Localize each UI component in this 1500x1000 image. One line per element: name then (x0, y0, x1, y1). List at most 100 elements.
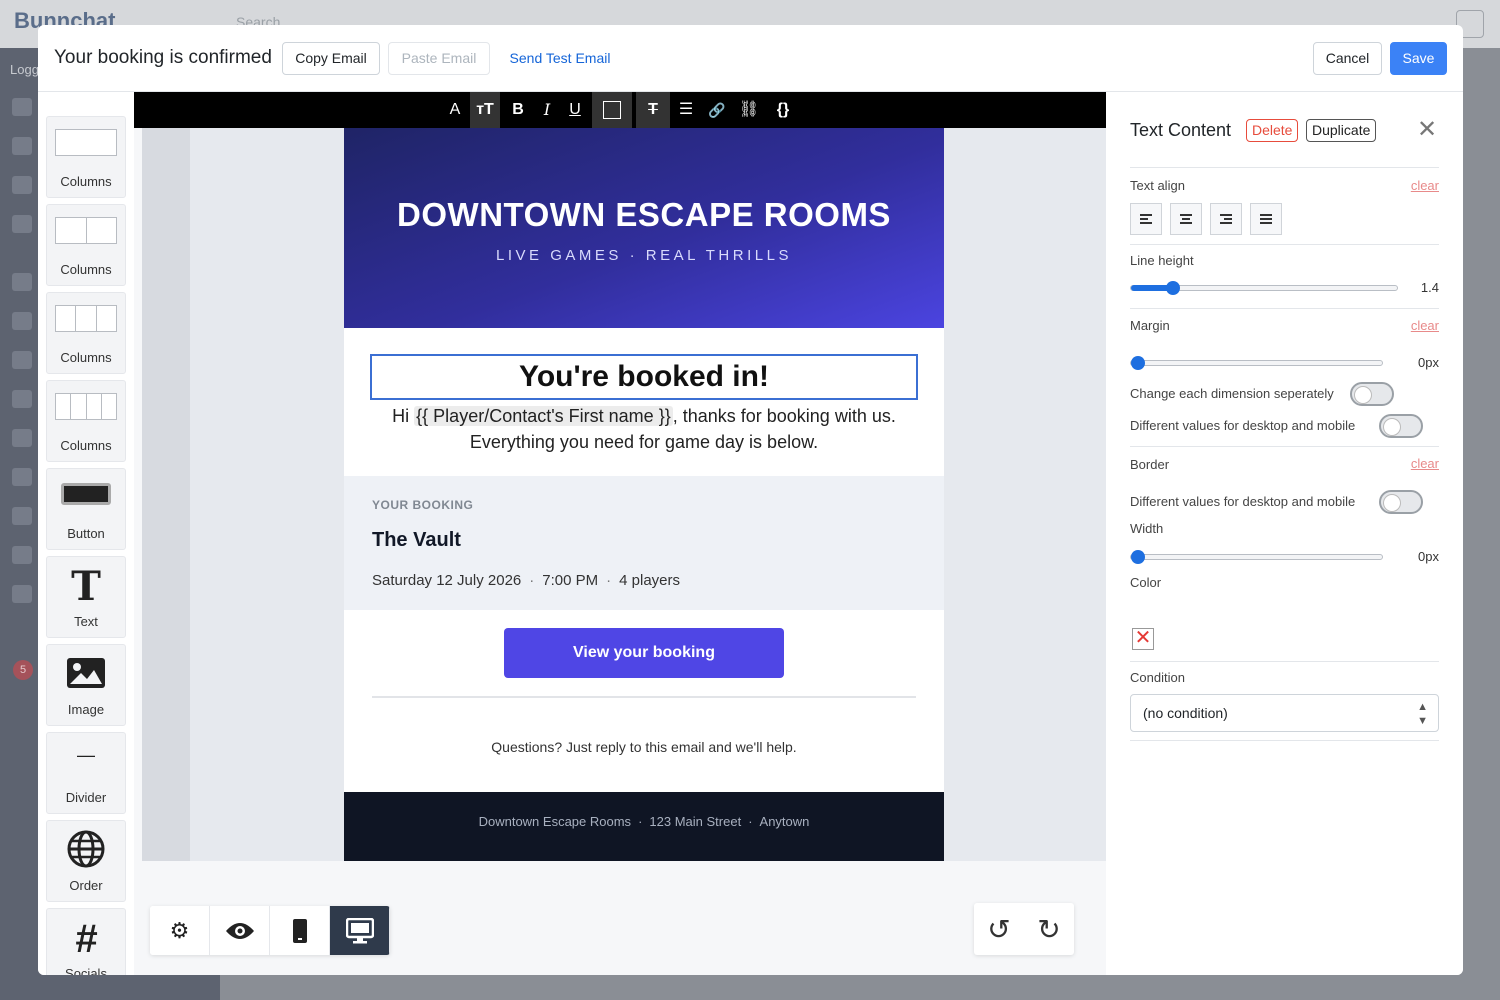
properties-panel: Text Content Delete Duplicate ✕ Text ali… (1106, 92, 1463, 975)
columns-4-icon (55, 393, 117, 420)
email-footer[interactable]: Downtown Escape Rooms · 123 Main Street · An… (344, 792, 944, 861)
block-columns-1[interactable]: Columns (46, 116, 126, 198)
cancel-button[interactable]: Cancel (1313, 42, 1382, 75)
align-right-icon[interactable] (1210, 203, 1242, 235)
block-divider[interactable]: — Divider (46, 732, 126, 814)
columns-2-icon (55, 217, 117, 244)
border-clear-link[interactable]: clear (1411, 456, 1439, 471)
undo-icon[interactable]: ↺ (974, 903, 1024, 955)
condition-select[interactable]: (no condition) ▲ ▼ (1130, 694, 1439, 732)
meta-separator: · (748, 814, 753, 829)
slider-thumb[interactable] (1166, 281, 1180, 295)
settings-gear-icon[interactable]: ⚙ (150, 906, 210, 955)
hashtag-icon: # (74, 917, 98, 961)
save-button[interactable]: Save (1390, 42, 1447, 75)
intro-text[interactable]: Hi {{ Player/Contact's First name }}, th… (374, 403, 914, 455)
view-controls: ⚙ (150, 906, 390, 955)
border-color-label: Color (1130, 575, 1162, 590)
redo-icon[interactable]: ↻ (1024, 903, 1074, 955)
border-width-label: Width (1130, 521, 1164, 536)
italic-icon[interactable]: I (532, 92, 562, 128)
delete-button[interactable]: Delete (1246, 119, 1299, 142)
block-socials[interactable]: # Socials (46, 908, 126, 975)
intro-suffix: , thanks for booking with us. (672, 406, 896, 426)
border-device-values-label: Different values for desktop and mobile (1130, 494, 1356, 509)
questions-text[interactable]: Questions? Just reply to this email and … (344, 739, 944, 755)
link-icon[interactable]: 🔗 (702, 92, 732, 128)
preview-eye-icon[interactable] (210, 906, 270, 955)
text-format-toolbar: A тT B I U T ☰ 🔗 ⛓ {} (134, 92, 1106, 128)
slider-thumb[interactable] (1131, 356, 1145, 370)
line-height-slider[interactable] (1130, 281, 1398, 295)
block-order[interactable]: Order (46, 820, 126, 902)
booking-name: The Vault (372, 529, 461, 551)
block-label: Order (69, 878, 103, 893)
text-block-icon: T (71, 563, 101, 610)
block-label: Columns (60, 174, 112, 189)
align-justify-icon[interactable] (1250, 203, 1282, 235)
footer-street: 123 Main Street (649, 814, 742, 829)
block-columns-2[interactable]: Columns (46, 204, 126, 286)
underline-icon[interactable]: U (560, 92, 590, 128)
help-icon (12, 585, 32, 603)
mobile-view-icon[interactable] (270, 906, 330, 955)
home-icon (12, 98, 32, 116)
email-body: DOWNTOWN ESCAPE ROOMS LIVE GAMES · REAL … (344, 128, 944, 861)
text-size-icon[interactable]: тT (470, 92, 500, 128)
block-columns-4[interactable]: Columns (46, 380, 126, 462)
duplicate-button[interactable]: Duplicate (1306, 119, 1377, 142)
hero-title: DOWNTOWN ESCAPE ROOMS (397, 196, 891, 233)
footer-name: Downtown Escape Rooms (478, 814, 632, 829)
paste-email-button[interactable]: Paste Email (388, 42, 490, 75)
margin-device-values-label: Different values for desktop and mobile (1130, 418, 1356, 433)
block-label: Image (67, 702, 105, 717)
align-center-icon[interactable] (1170, 203, 1202, 235)
block-text[interactable]: T Text (46, 556, 126, 638)
text-color-button[interactable] (592, 92, 632, 128)
block-columns-3[interactable]: Columns (46, 292, 126, 374)
panel-title: Text Content (1130, 120, 1232, 140)
border-device-values-toggle[interactable] (1379, 490, 1423, 514)
booking-time: 7:00 PM (542, 572, 599, 589)
view-booking-button[interactable]: View your booking (504, 628, 784, 678)
block-image[interactable]: Image (46, 644, 126, 726)
email-divider[interactable] (372, 696, 916, 698)
footer-town: Anytown (759, 814, 810, 829)
line-height-label: Line height (1130, 253, 1194, 268)
meta-separator: · (606, 572, 612, 589)
condition-value: (no condition) (1143, 705, 1228, 721)
clear-format-icon[interactable]: T (636, 92, 670, 128)
font-icon[interactable]: A (440, 92, 470, 128)
unlink-icon[interactable]: ⛓ (734, 92, 764, 128)
section-divider (1130, 167, 1439, 168)
columns-3-icon (55, 305, 117, 332)
border-color-picker[interactable]: ✕ (1132, 628, 1154, 650)
bold-icon[interactable]: B (503, 92, 533, 128)
globe-icon (67, 830, 105, 868)
block-label: Divider (65, 790, 107, 805)
merge-tag[interactable]: {{ Player/Contact's First name }} (414, 406, 673, 426)
margin-slider[interactable] (1130, 356, 1383, 370)
border-width-slider[interactable] (1130, 550, 1383, 564)
slider-thumb[interactable] (1131, 550, 1145, 564)
change-each-dimension-toggle[interactable] (1350, 382, 1394, 406)
hero-section[interactable]: DOWNTOWN ESCAPE ROOMS LIVE GAMES · REAL … (344, 128, 944, 328)
margin-device-values-toggle[interactable] (1379, 414, 1423, 438)
gear-icon (12, 546, 32, 564)
booking-section[interactable]: YOUR BOOKING The Vault Saturday 12 July … (344, 476, 944, 610)
copy-email-button[interactable]: Copy Email (282, 42, 380, 75)
meta-separator: · (638, 814, 643, 829)
list-icon[interactable]: ☰ (671, 92, 701, 128)
margin-clear-link[interactable]: clear (1411, 318, 1439, 333)
headline-text[interactable]: You're booked in! (344, 360, 944, 394)
text-align-clear-link[interactable]: clear (1411, 178, 1439, 193)
divider-block-icon: — (77, 745, 95, 765)
close-icon[interactable]: ✕ (1417, 118, 1437, 142)
line-height-value: 1.4 (1420, 280, 1439, 295)
send-test-email-link[interactable]: Send Test Email (501, 42, 619, 75)
feather-icon (12, 351, 32, 369)
braces-icon[interactable]: {} (768, 92, 798, 128)
desktop-view-icon[interactable] (330, 906, 390, 955)
align-left-icon[interactable] (1130, 203, 1162, 235)
block-button[interactable]: Button (46, 468, 126, 550)
